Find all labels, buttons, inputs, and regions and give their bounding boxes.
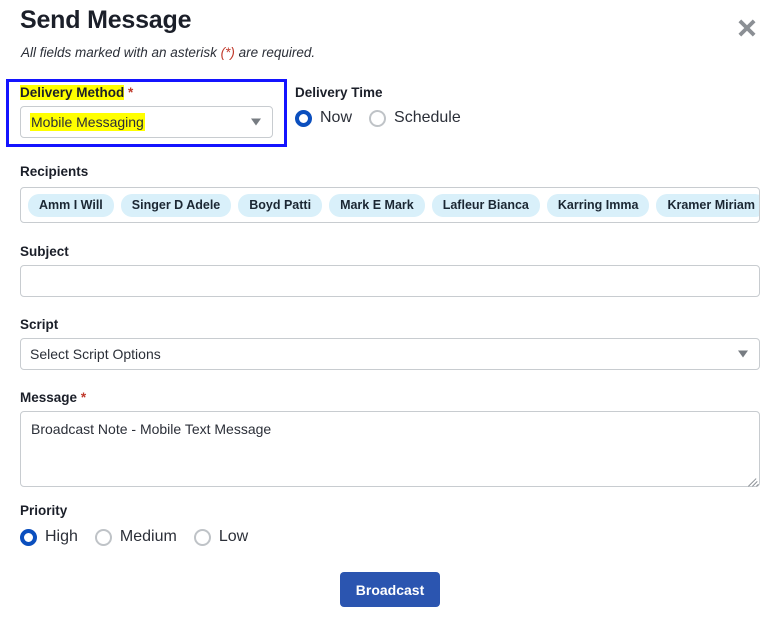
required-fields-note: All fields marked with an asterisk (*) a…	[21, 45, 315, 60]
note-text-before: All fields marked with an asterisk	[21, 45, 221, 60]
script-selected-value: Select Script Options	[30, 346, 161, 362]
priority-label: Priority	[20, 503, 67, 518]
send-message-dialog: Send Message All fields marked with an a…	[0, 0, 781, 624]
subject-label: Subject	[20, 244, 69, 259]
radio-delivery-time-now[interactable]: Now	[295, 109, 352, 127]
radio-label: Medium	[120, 528, 177, 546]
radio-indicator	[20, 529, 37, 546]
recipient-chip[interactable]: Kramer Miriam	[656, 194, 760, 217]
delivery-time-label: Delivery Time	[295, 85, 383, 100]
radio-indicator	[95, 529, 112, 546]
recipient-chip[interactable]: Boyd Patti	[238, 194, 322, 217]
broadcast-button[interactable]: Broadcast	[340, 572, 440, 607]
subject-input[interactable]	[20, 265, 760, 297]
chevron-down-icon	[738, 351, 748, 358]
radio-label: Low	[219, 528, 248, 546]
recipient-chip[interactable]: Lafleur Bianca	[432, 194, 540, 217]
delivery-time-radio-group: Now Schedule	[295, 106, 478, 130]
radio-label: Schedule	[394, 109, 461, 127]
priority-radio-group: High Medium Low	[20, 525, 265, 549]
recipients-label: Recipients	[20, 164, 88, 179]
message-required-marker: *	[81, 390, 86, 405]
recipients-field[interactable]: Amm I Will Singer D Adele Boyd Patti Mar…	[20, 187, 760, 223]
radio-priority-medium[interactable]: Medium	[95, 528, 177, 546]
note-asterisk: (*)	[221, 45, 235, 60]
radio-indicator	[295, 110, 312, 127]
recipient-chip[interactable]: Amm I Will	[28, 194, 114, 217]
close-button[interactable]	[730, 11, 764, 45]
delivery-method-select[interactable]: Mobile Messaging	[20, 106, 273, 138]
message-label-text: Message	[20, 390, 77, 405]
message-textarea[interactable]	[20, 411, 760, 487]
radio-indicator	[369, 110, 386, 127]
delivery-method-label-text: Delivery Method	[20, 85, 124, 100]
chevron-down-icon	[251, 119, 261, 126]
radio-priority-high[interactable]: High	[20, 528, 78, 546]
radio-delivery-time-schedule[interactable]: Schedule	[369, 109, 461, 127]
message-label: Message *	[20, 390, 86, 405]
recipient-chip[interactable]: Mark E Mark	[329, 194, 425, 217]
radio-label: High	[45, 528, 78, 546]
script-label: Script	[20, 317, 58, 332]
delivery-method-required-marker: *	[128, 85, 133, 100]
delivery-method-label: Delivery Method *	[20, 85, 133, 100]
delivery-method-selected-value: Mobile Messaging	[30, 113, 145, 131]
radio-priority-low[interactable]: Low	[194, 528, 248, 546]
radio-label: Now	[320, 109, 352, 127]
recipient-chip[interactable]: Singer D Adele	[121, 194, 231, 217]
close-icon	[734, 15, 760, 41]
radio-indicator	[194, 529, 211, 546]
page-title: Send Message	[20, 6, 191, 35]
script-select[interactable]: Select Script Options	[20, 338, 760, 370]
recipient-chip[interactable]: Karring Imma	[547, 194, 650, 217]
note-text-after: are required.	[235, 45, 315, 60]
